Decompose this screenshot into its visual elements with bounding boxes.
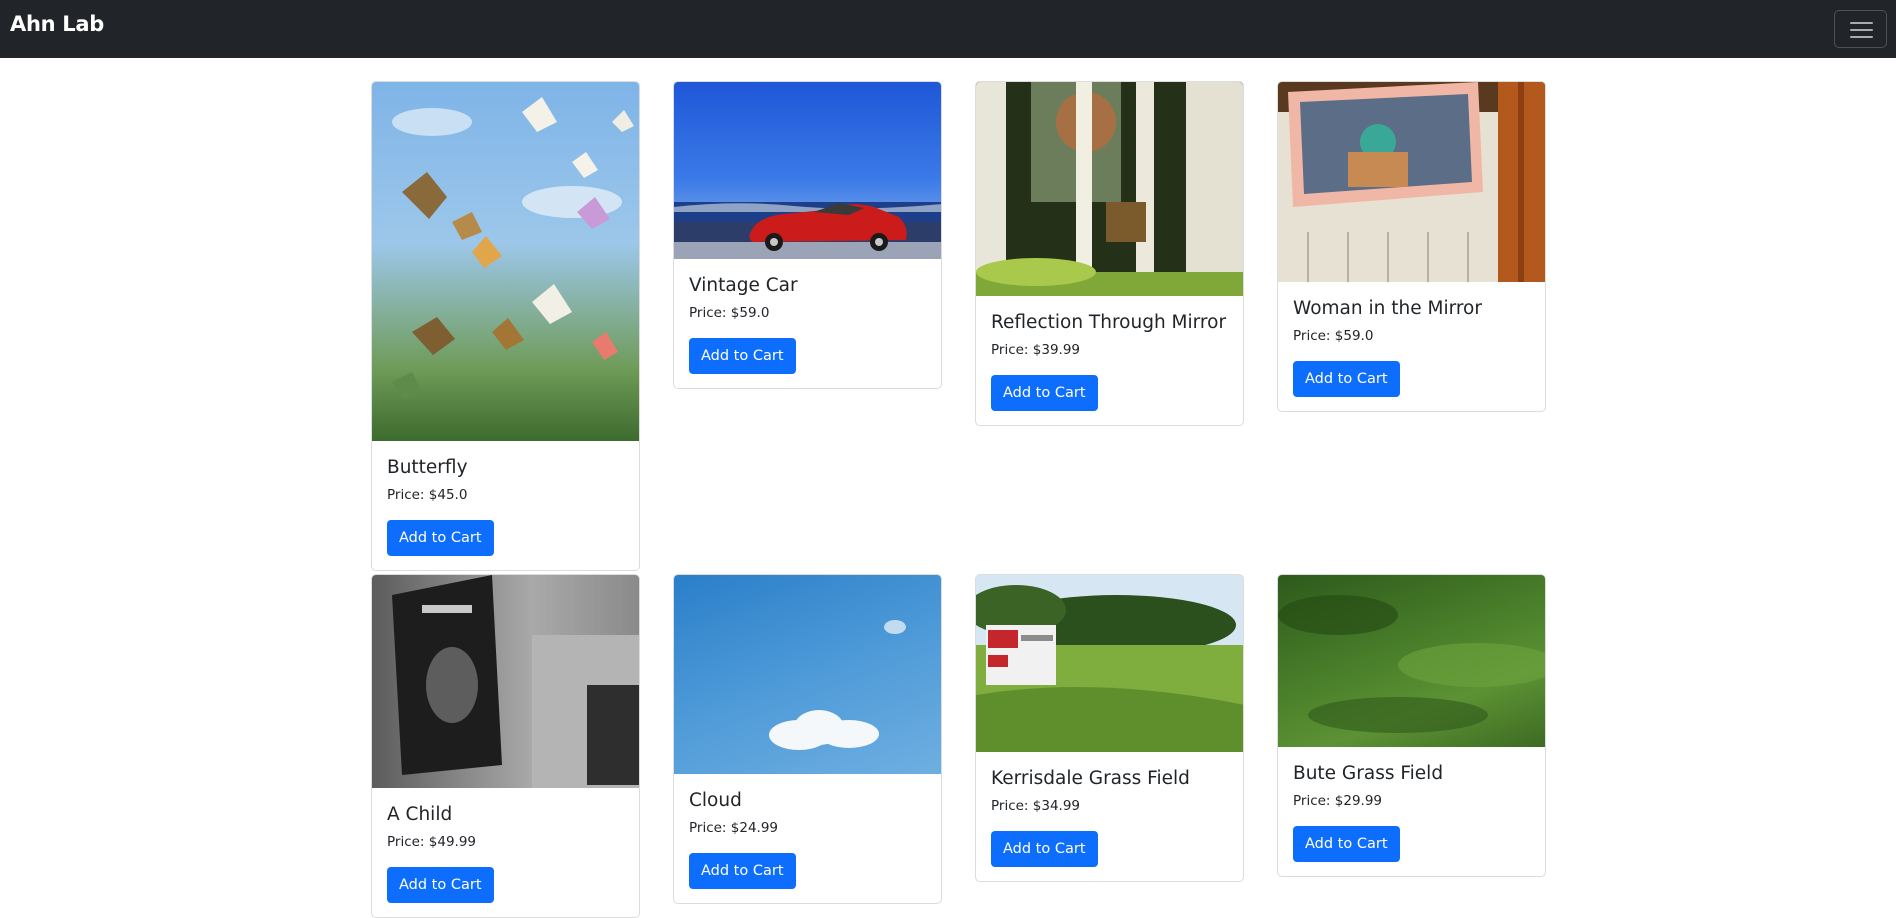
product-title: Cloud (689, 790, 742, 811)
add-to-cart-button[interactable]: Add to Cart (991, 375, 1098, 411)
product-price: Price: $45.0 (387, 487, 468, 503)
add-to-cart-button[interactable]: Add to Cart (1293, 361, 1400, 397)
product-title: A Child (387, 804, 453, 825)
navbar: Ahn Lab (0, 0, 1896, 58)
product-image[interactable] (372, 575, 639, 788)
product-card: A Child Price: $49.99 Add to Cart (371, 574, 640, 918)
product-card: Cloud Price: $24.99 Add to Cart (673, 574, 942, 904)
product-image[interactable] (976, 82, 1243, 296)
add-to-cart-button[interactable]: Add to Cart (1293, 826, 1400, 862)
brand-logo[interactable]: Ahn Lab (10, 12, 104, 36)
hamburger-icon (1850, 22, 1873, 24)
add-to-cart-button[interactable]: Add to Cart (689, 338, 796, 374)
product-title: Vintage Car (689, 275, 798, 296)
product-image[interactable] (1278, 82, 1545, 282)
product-image[interactable] (674, 575, 941, 774)
product-price: Price: $29.99 (1293, 793, 1383, 809)
product-card: Woman in the Mirror Price: $59.0 Add to … (1277, 81, 1546, 412)
product-price: Price: $24.99 (689, 820, 779, 836)
product-price: Price: $34.99 (991, 798, 1081, 814)
product-title: Woman in the Mirror (1293, 298, 1482, 319)
product-card: Reflection Through Mirror Price: $39.99 … (975, 81, 1244, 426)
product-image[interactable] (372, 82, 639, 441)
product-title: Butterfly (387, 457, 468, 478)
product-card: Vintage Car Price: $59.0 Add to Cart (673, 81, 942, 389)
product-price: Price: $59.0 (689, 305, 770, 321)
add-to-cart-button[interactable]: Add to Cart (387, 520, 494, 556)
product-title: Kerrisdale Grass Field (991, 768, 1190, 789)
menu-toggle-button[interactable] (1834, 10, 1887, 48)
product-image[interactable] (674, 82, 941, 259)
product-card: Bute Grass Field Price: $29.99 Add to Ca… (1277, 574, 1546, 877)
product-card: Butterfly Price: $45.0 Add to Cart (371, 81, 640, 571)
product-card: Kerrisdale Grass Field Price: $34.99 Add… (975, 574, 1244, 882)
add-to-cart-button[interactable]: Add to Cart (991, 831, 1098, 867)
add-to-cart-button[interactable]: Add to Cart (387, 867, 494, 903)
product-image[interactable] (1278, 575, 1545, 747)
product-title: Bute Grass Field (1293, 763, 1444, 784)
product-title: Reflection Through Mirror (991, 312, 1227, 333)
product-price: Price: $59.0 (1293, 328, 1374, 344)
add-to-cart-button[interactable]: Add to Cart (689, 853, 796, 889)
product-price: Price: $39.99 (991, 342, 1081, 358)
product-image[interactable] (976, 575, 1243, 752)
product-price: Price: $49.99 (387, 834, 477, 850)
